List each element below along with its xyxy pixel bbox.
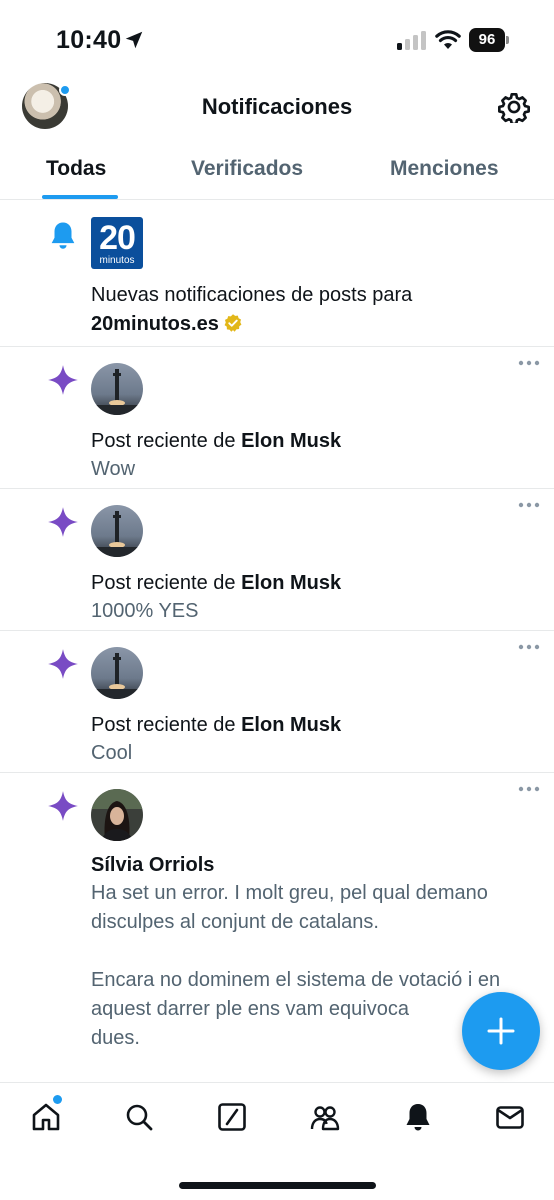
battery-indicator: 96 (469, 28, 509, 52)
active-tab-indicator (42, 195, 118, 199)
battery-level: 96 (469, 28, 505, 52)
tab-todas[interactable]: Todas (46, 157, 106, 181)
notification-prefix: Post reciente de (91, 572, 236, 594)
author-avatar[interactable] (91, 505, 143, 557)
sparkle-icon (48, 649, 78, 679)
cellular-signal-icon (397, 31, 426, 50)
home-indicator (179, 1182, 376, 1189)
author-name[interactable]: Elon Musk (241, 430, 341, 452)
post-preview: 1000% YES (91, 600, 199, 622)
tab-verificados[interactable]: Verificados (191, 157, 303, 181)
more-options-icon[interactable] (518, 785, 540, 793)
author-name[interactable]: Elon Musk (241, 572, 341, 594)
header: Notificaciones (0, 80, 554, 140)
notification-text: Nuevas notificaciones de posts para (91, 284, 413, 306)
notification-item[interactable]: Post reciente de Elon Musk 1000% YES (0, 489, 554, 631)
notification-text: Post reciente de Elon Musk (91, 569, 341, 597)
notification-item[interactable]: 20 minutos Nuevas notificaciones de post… (0, 201, 554, 347)
bottom-navigation (0, 1082, 554, 1200)
brand-logo-word: minutos (99, 255, 135, 266)
account-name: 20minutos.es (91, 313, 219, 335)
sparkle-icon (48, 791, 78, 821)
search-icon[interactable] (123, 1101, 155, 1133)
brand-logo-number: 20 (99, 219, 136, 257)
author-name[interactable]: Sílvia Orriols (91, 851, 214, 879)
author-name[interactable]: Elon Musk (241, 714, 341, 736)
battery-tip (506, 36, 509, 44)
location-arrow-icon (125, 31, 143, 49)
sparkle-icon (48, 507, 78, 537)
status-bar: 10:40 96 (0, 0, 554, 80)
author-avatar[interactable] (91, 647, 143, 699)
more-options-icon[interactable] (518, 643, 540, 651)
post-preview: Cool (91, 742, 133, 764)
sparkle-icon (48, 365, 78, 395)
more-options-icon[interactable] (518, 501, 540, 509)
home-icon[interactable] (30, 1101, 62, 1133)
home-unread-dot (53, 1095, 62, 1104)
notifications-icon[interactable] (402, 1101, 434, 1133)
notification-item[interactable]: Post reciente de Elon Musk Cool (0, 631, 554, 773)
brand-logo-20minutos[interactable]: 20 minutos (91, 217, 143, 269)
grok-icon[interactable] (216, 1101, 248, 1133)
bell-icon (51, 222, 75, 249)
notification-text: Post reciente de Elon Musk (91, 711, 341, 739)
notification-item[interactable]: Post reciente de Elon Musk Wow (0, 347, 554, 489)
notification-feed: 20 minutos Nuevas notificaciones de post… (0, 201, 554, 1085)
notification-text: Post reciente de Elon Musk (91, 427, 341, 455)
messages-icon[interactable] (494, 1101, 526, 1133)
gear-icon[interactable] (498, 91, 530, 123)
more-options-icon[interactable] (518, 359, 540, 367)
status-time: 10:40 (56, 26, 122, 54)
notification-account[interactable]: 20minutos.es (91, 310, 243, 338)
author-avatar[interactable] (91, 363, 143, 415)
page-title: Notificaciones (201, 94, 353, 119)
notification-prefix: Post reciente de (91, 714, 236, 736)
compose-button[interactable] (462, 992, 540, 1070)
plus-icon (487, 1017, 515, 1045)
notification-tabs: Todas Verificados Menciones (0, 140, 554, 200)
tab-menciones[interactable]: Menciones (390, 157, 499, 181)
post-preview: Wow (91, 458, 136, 480)
verified-badge-icon (224, 314, 242, 332)
author-avatar[interactable] (91, 789, 143, 841)
notification-prefix: Post reciente de (91, 430, 236, 452)
communities-icon[interactable] (309, 1101, 341, 1133)
wifi-icon (435, 30, 461, 49)
